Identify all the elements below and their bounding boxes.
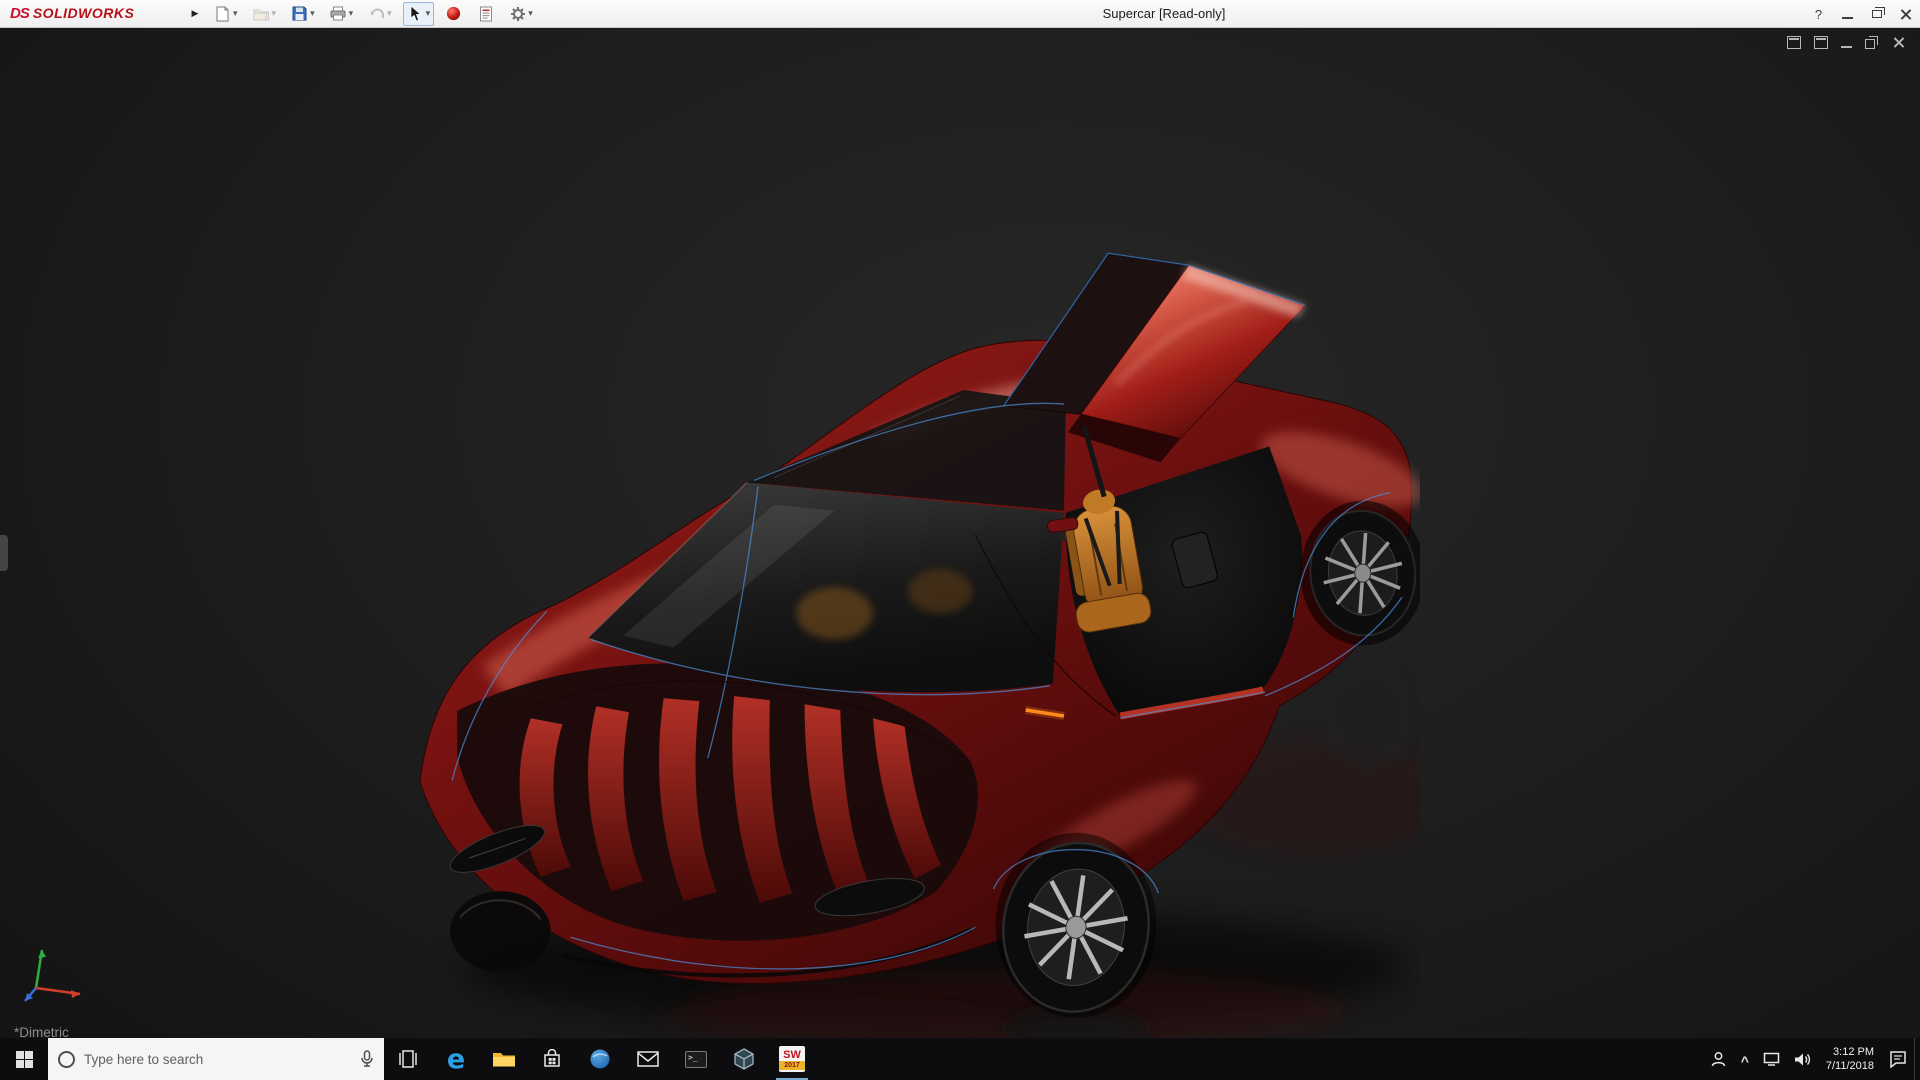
dropdown-icon[interactable]: ▾ [310, 8, 315, 19]
undo-button[interactable]: ▾ [364, 2, 396, 26]
edge-browser-button[interactable]: e [432, 1038, 480, 1080]
print-icon [330, 5, 347, 22]
action-center-button[interactable] [1882, 1038, 1914, 1080]
dropdown-icon[interactable]: ▾ [233, 8, 238, 19]
file-explorer-icon [492, 1050, 516, 1069]
browser-globe-icon [589, 1048, 611, 1070]
edge-icon: e [447, 1046, 465, 1073]
windows-taskbar: e >_ SW [0, 1038, 1920, 1080]
open-button[interactable]: ▾ [249, 2, 281, 26]
mail-envelope-icon [637, 1051, 659, 1067]
mail-button[interactable] [624, 1038, 672, 1080]
x-axis-arrow-icon [71, 990, 80, 998]
help-button[interactable]: ? [1804, 0, 1833, 28]
taskbar-clock[interactable]: 3:12 PM 7/11/2018 [1818, 1045, 1882, 1073]
speaker-icon [1794, 1052, 1811, 1067]
cube-icon [733, 1048, 755, 1070]
browser-button[interactable] [576, 1038, 624, 1080]
restore-icon [1872, 10, 1882, 18]
document-report-icon [477, 5, 494, 22]
solidworks-logo-text: SOLIDWORKS [33, 5, 134, 21]
y-axis-arrow-icon [38, 950, 46, 958]
standard-toolbar: ▾ ▾ ▾ ▾ ▾ [210, 2, 537, 26]
new-document-button[interactable]: ▾ [210, 2, 242, 26]
windows-logo-icon [16, 1051, 33, 1068]
car-render-svg [410, 233, 1420, 1038]
file-properties-button[interactable] [473, 2, 498, 26]
cad-viewer-button[interactable] [720, 1038, 768, 1080]
tray-overflow-button[interactable]: ^ [1734, 1038, 1756, 1080]
people-icon [1710, 1051, 1727, 1067]
close-icon [1900, 8, 1912, 20]
minimize-icon [1842, 17, 1853, 19]
store-button[interactable] [528, 1038, 576, 1080]
gear-icon [509, 5, 526, 22]
network-button[interactable] [1756, 1038, 1787, 1080]
microphone-icon[interactable] [360, 1050, 374, 1068]
undo-arrow-icon [368, 5, 385, 22]
search-input[interactable] [84, 1052, 351, 1067]
save-floppy-icon [291, 5, 308, 22]
dropdown-icon[interactable]: ▾ [528, 8, 533, 19]
start-button[interactable] [0, 1038, 48, 1080]
minimize-button[interactable] [1833, 0, 1862, 28]
solidworks-taskbar-button[interactable]: SW 2017 [768, 1038, 816, 1080]
store-bag-icon [542, 1049, 562, 1069]
dropdown-icon[interactable]: ▾ [426, 8, 431, 19]
car-3d-model[interactable] [410, 233, 1420, 1038]
people-button[interactable] [1703, 1038, 1734, 1080]
doc-restore-icon[interactable] [1865, 36, 1879, 49]
print-button[interactable]: ▾ [326, 2, 358, 26]
show-desktop-button[interactable] [1914, 1038, 1920, 1080]
sw-badge-text: SW [783, 1049, 801, 1061]
close-button[interactable] [1891, 0, 1920, 28]
dassault-ds-icon: DS [10, 5, 29, 22]
feature-manager-collapse-tab[interactable] [0, 535, 8, 571]
window-title: Supercar [Read-only] [1103, 0, 1226, 28]
new-document-icon [214, 5, 231, 22]
save-button[interactable]: ▾ [287, 2, 319, 26]
titlebar: DS SOLIDWORKS ▶ ▾ ▾ ▾ ▾ [0, 0, 1920, 28]
doc-close-icon[interactable] [1892, 36, 1906, 49]
task-view-button[interactable] [384, 1038, 432, 1080]
dropdown-icon[interactable]: ▾ [349, 8, 354, 19]
document-window-controls [1787, 36, 1906, 49]
desktop: { "app": { "logo_ds": "DS", "logo_text":… [0, 0, 1920, 1080]
select-cursor-icon [407, 5, 424, 22]
open-folder-icon [253, 5, 270, 22]
select-tool-button[interactable]: ▾ [403, 2, 435, 26]
volume-button[interactable] [1787, 1038, 1818, 1080]
file-explorer-button[interactable] [480, 1038, 528, 1080]
help-sphere-button[interactable] [441, 2, 466, 26]
red-sphere-icon [445, 5, 462, 22]
clock-time: 3:12 PM [1826, 1045, 1874, 1059]
window-controls: ? [1804, 0, 1920, 28]
solidworks-logo: DS SOLIDWORKS [0, 5, 186, 22]
solidworks-app-icon: SW 2017 [779, 1046, 805, 1072]
graphics-area[interactable]: *Dimetric [0, 28, 1920, 1038]
console-button[interactable]: >_ [672, 1038, 720, 1080]
doc-minimize-icon[interactable] [1841, 37, 1852, 48]
chevron-up-icon: ^ [1741, 1053, 1749, 1069]
cortana-icon [58, 1051, 75, 1068]
taskbar-search[interactable] [48, 1038, 384, 1080]
doc-window-icon[interactable] [1814, 36, 1828, 49]
clock-date: 7/11/2018 [1826, 1059, 1874, 1073]
restore-button[interactable] [1862, 0, 1891, 28]
orientation-triad[interactable] [18, 938, 90, 1010]
sw-badge-year: 2017 [779, 1061, 805, 1070]
task-view-icon [397, 1050, 419, 1068]
network-icon [1763, 1052, 1780, 1066]
dropdown-icon[interactable]: ▾ [387, 8, 392, 19]
doc-window-icon[interactable] [1787, 36, 1801, 49]
console-icon: >_ [685, 1051, 707, 1068]
dropdown-icon[interactable]: ▾ [272, 8, 277, 19]
options-button[interactable]: ▾ [505, 2, 537, 26]
menu-flyout-arrow-icon[interactable]: ▶ [186, 8, 204, 19]
action-center-icon [1889, 1050, 1907, 1068]
